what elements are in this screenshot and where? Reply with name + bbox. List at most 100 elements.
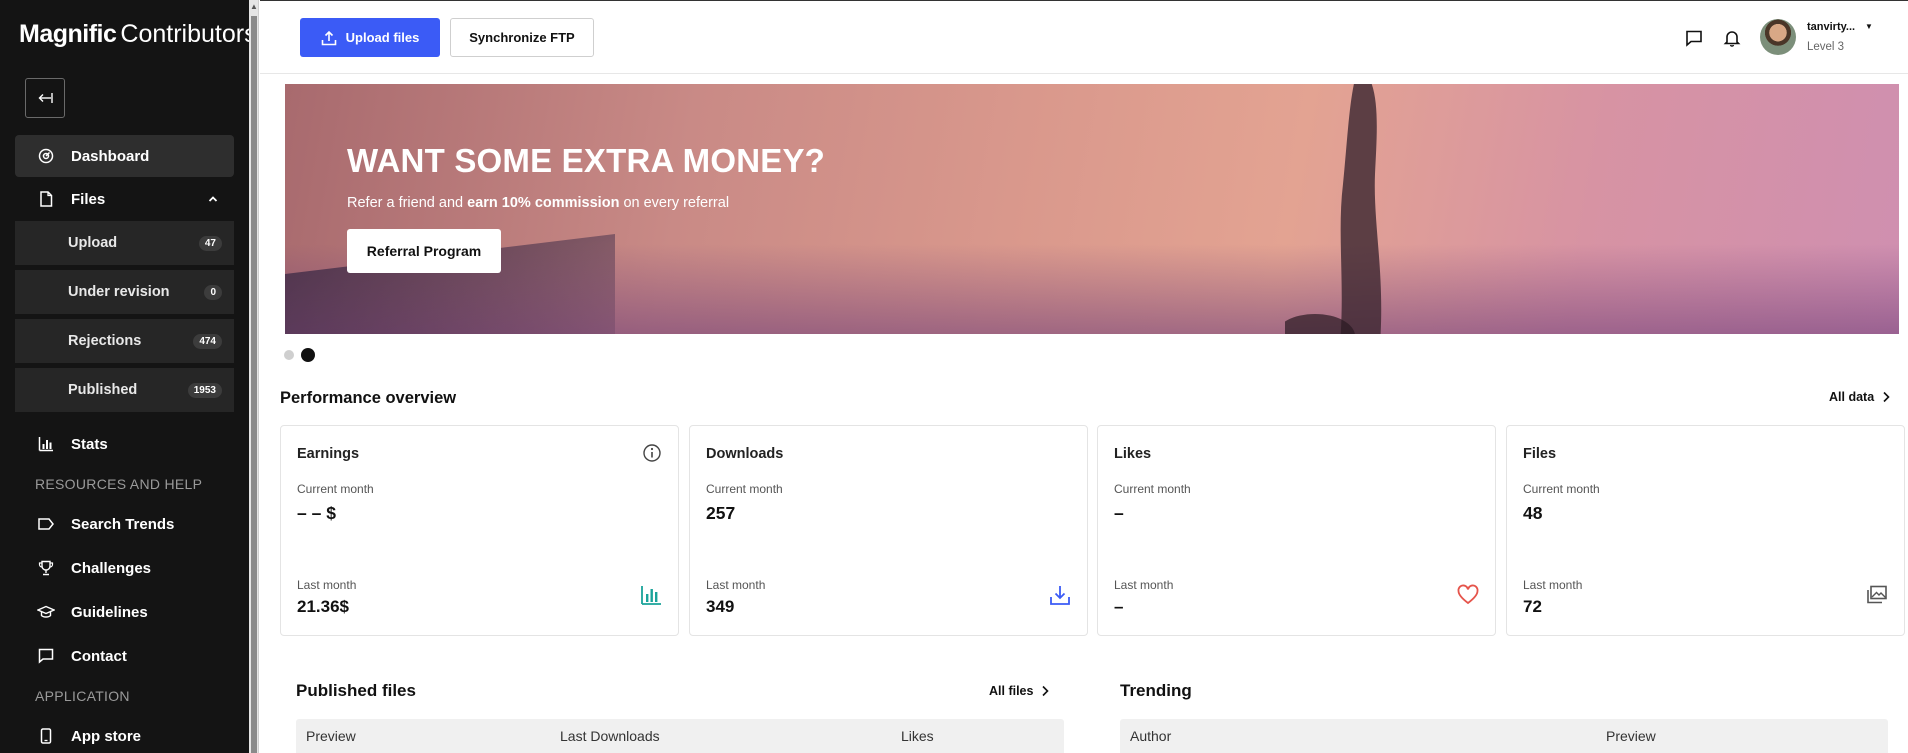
sidebar-item-dashboard[interactable]: Dashboard	[15, 135, 234, 177]
user-name[interactable]: tanvirty...	[1807, 21, 1855, 33]
card-title: Files	[1523, 446, 1557, 462]
card-title: Downloads	[706, 446, 784, 462]
stats-icon	[37, 435, 55, 453]
current-month-label: Current month	[1523, 482, 1600, 496]
chevron-right-icon	[1883, 391, 1890, 403]
banner-subtitle-highlight: earn 10% commission	[467, 195, 620, 211]
referral-banner: WANT SOME EXTRA MONEY? Refer a friend an…	[285, 84, 1899, 334]
sidebar-item-stats[interactable]: Stats	[15, 423, 234, 465]
chat-icon	[37, 647, 55, 665]
count-badge: 474	[193, 333, 222, 349]
collapse-sidebar-button[interactable]	[25, 78, 65, 118]
sidebar-item-label: Search Trends	[71, 515, 175, 533]
trophy-icon	[37, 559, 55, 577]
sidebar-subitem-under-revision[interactable]: Under revision 0	[15, 270, 234, 314]
info-icon[interactable]	[642, 443, 662, 463]
subitem-label: Upload	[68, 235, 118, 251]
sidebar-item-label: App store	[71, 727, 142, 745]
graduation-cap-icon	[37, 603, 55, 621]
subitem-label: Published	[68, 382, 138, 398]
column-header: Last Downloads	[560, 728, 660, 744]
last-month-label: Last month	[1523, 578, 1583, 592]
referral-program-button[interactable]: Referral Program	[347, 229, 501, 273]
download-icon	[1050, 586, 1070, 605]
bar-chart-icon	[641, 586, 661, 605]
banner-subtitle-end: on every referral	[619, 195, 730, 211]
card-title: Earnings	[297, 446, 360, 462]
sidebar-item-label: Guidelines	[71, 603, 148, 621]
app-root: Magnific Contributors Dashboard Files Upl…	[0, 0, 1908, 753]
user-avatar[interactable]	[1760, 19, 1796, 55]
smartphone-icon	[37, 727, 55, 745]
scrollbar-thumb[interactable]	[251, 16, 257, 753]
section-title-application: APPLICATION	[35, 688, 130, 704]
user-menu-caret-icon[interactable]: ▼	[1865, 22, 1873, 31]
sidebar-item-guidelines[interactable]: Guidelines	[15, 591, 234, 633]
performance-overview-title: Performance overview	[280, 389, 457, 407]
last-month-value: 72	[1523, 597, 1542, 616]
banner-subtitle: Refer a friend and earn 10% commission o…	[347, 195, 729, 211]
sidebar-subitem-published[interactable]: Published 1953	[15, 368, 234, 412]
sidebar-item-contact[interactable]: Contact	[15, 635, 234, 677]
all-data-link[interactable]: All data	[1829, 390, 1890, 404]
current-month-label: Current month	[297, 482, 374, 496]
sidebar-item-challenges[interactable]: Challenges	[15, 547, 234, 589]
sidebar-item-files[interactable]: Files	[15, 178, 234, 220]
files-card[interactable]: Files Current month 48 Last month 72	[1506, 425, 1905, 636]
sidebar-item-label: Challenges	[71, 559, 152, 577]
count-badge: 0	[204, 284, 222, 300]
banner-title: WANT SOME EXTRA MONEY?	[347, 142, 826, 179]
notifications-bell-icon[interactable]	[1722, 28, 1742, 48]
tag-icon	[37, 515, 55, 533]
column-header: Likes	[901, 728, 934, 744]
last-month-label: Last month	[706, 578, 766, 592]
messages-icon[interactable]	[1684, 28, 1704, 48]
chevron-right-icon	[1042, 685, 1050, 697]
sidebar: Magnific Contributors Dashboard Files Upl…	[0, 0, 257, 753]
carousel-dot-1[interactable]	[284, 350, 294, 360]
sidebar-subitem-rejections[interactable]: Rejections 474	[15, 319, 234, 363]
collapse-left-icon	[38, 93, 53, 103]
published-files-title: Published files	[296, 681, 416, 700]
sidebar-item-search-trends[interactable]: Search Trends	[15, 503, 234, 545]
published-table-header: Preview Last Downloads Likes	[296, 719, 1064, 753]
trending-title: Trending	[1120, 681, 1192, 700]
last-month-value: 349	[706, 597, 735, 616]
last-month-label: Last month	[297, 578, 357, 592]
sidebar-item-label: Stats	[71, 435, 108, 453]
brand-logo[interactable]: Magnific Contributors	[19, 20, 257, 49]
banner-arm-figure	[1285, 84, 1382, 334]
banner-subtitle-start: Refer a friend and	[347, 195, 468, 211]
last-month-value: 21.36$	[297, 597, 349, 616]
upload-files-button[interactable]: Upload files	[300, 18, 440, 57]
current-month-label: Current month	[706, 482, 783, 496]
likes-card[interactable]: Likes Current month – Last month –	[1097, 425, 1496, 636]
sidebar-item-label: Contact	[71, 647, 127, 665]
last-month-value: –	[1114, 597, 1124, 616]
sidebar-subitem-upload[interactable]: Upload 47	[15, 221, 234, 265]
dashboard-icon	[37, 147, 55, 165]
synchronize-ftp-button[interactable]: Synchronize FTP	[450, 18, 594, 57]
earnings-card[interactable]: Earnings Current month – – $ Last month …	[280, 425, 679, 636]
subitem-label: Rejections	[68, 333, 142, 349]
column-header: Preview	[1606, 728, 1656, 744]
count-badge: 47	[198, 235, 222, 251]
section-title-resources: RESOURCES AND HELP	[35, 476, 203, 492]
all-data-label: All data	[1829, 390, 1875, 404]
column-header: Preview	[306, 728, 356, 744]
trending-table-header: Author Preview	[1120, 719, 1888, 753]
card-title: Likes	[1114, 446, 1152, 462]
all-files-link[interactable]: All files	[989, 684, 1050, 698]
scrollbar[interactable]: ▲	[249, 0, 259, 753]
scroll-up-icon[interactable]: ▲	[250, 2, 258, 11]
downloads-card[interactable]: Downloads Current month 257 Last month 3…	[689, 425, 1088, 636]
current-month-value: 48	[1523, 503, 1543, 523]
all-files-label: All files	[989, 684, 1034, 698]
images-icon	[1867, 585, 1887, 604]
current-month-value: –	[1114, 503, 1124, 523]
carousel-dot-2-active[interactable]	[301, 348, 315, 362]
sidebar-item-label: Files	[71, 190, 106, 208]
brand-suffix: Contributors	[120, 20, 257, 48]
sidebar-item-app-store[interactable]: App store	[15, 715, 234, 753]
file-icon	[37, 190, 55, 208]
